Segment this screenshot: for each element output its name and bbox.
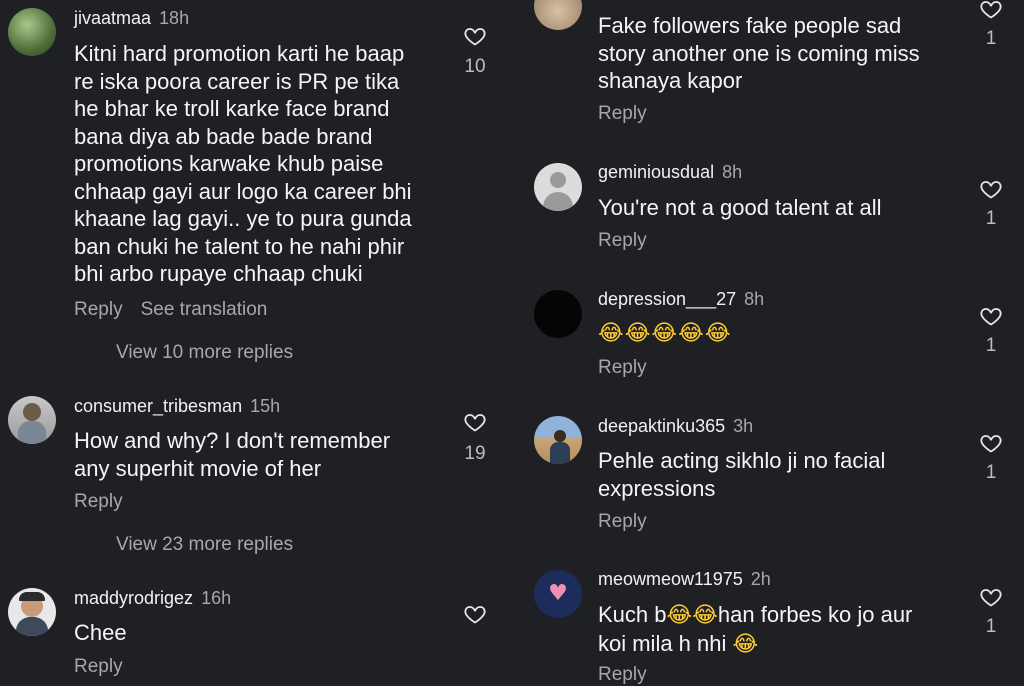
heart-outline-icon[interactable] xyxy=(462,410,488,434)
avatar[interactable] xyxy=(8,588,56,636)
view-more-replies-button[interactable]: View 23 more replies xyxy=(116,534,293,556)
comment-time: 18h xyxy=(159,8,190,28)
comment-text: How and why? I don't remember any superh… xyxy=(74,428,391,481)
heart-outline-icon[interactable] xyxy=(462,602,488,626)
reply-button[interactable]: Reply xyxy=(74,299,123,320)
avatar[interactable] xyxy=(8,396,56,444)
like-count: 1 xyxy=(985,462,997,483)
heart-hands-icon: ♥ xyxy=(548,581,568,606)
comment-text: Pehle acting sikhlo ji no facial express… xyxy=(598,448,886,501)
comment-username[interactable]: jivaatmaa 18h xyxy=(74,8,189,29)
comment-text: Fake followers fake people sad story ano… xyxy=(598,13,920,93)
comment-username[interactable]: consumer_tribesman 15h xyxy=(74,396,280,417)
comment-text: Chee xyxy=(74,620,127,645)
reply-button[interactable]: Reply xyxy=(598,511,647,532)
comments-column-right: Fake followers fake people sad story ano… xyxy=(512,0,1024,685)
comment-time: 8h xyxy=(722,162,743,182)
heart-outline-icon[interactable] xyxy=(978,0,1004,21)
like-count: 1 xyxy=(985,335,997,356)
comment-emoji-text: 😂 xyxy=(732,631,759,657)
comment-text: You're not a good talent at all xyxy=(598,195,882,220)
comment-username[interactable]: deepaktinku365 3h xyxy=(598,416,753,437)
heart-outline-icon[interactable] xyxy=(978,431,1004,455)
like-count: 10 xyxy=(464,56,486,77)
avatar[interactable] xyxy=(534,290,582,338)
reply-button[interactable]: Reply xyxy=(598,664,647,685)
like-count: 19 xyxy=(464,443,486,464)
comment-item: jivaatmaa 18h Kitni hard promotion karti … xyxy=(0,0,512,380)
reply-button[interactable]: Reply xyxy=(598,103,647,124)
comment-username[interactable]: depression___27 8h xyxy=(598,289,764,310)
avatar[interactable]: ♥ xyxy=(534,570,582,618)
reply-button[interactable]: Reply xyxy=(74,656,123,677)
comment-text: 😂😂😂😂😂 xyxy=(598,320,732,348)
avatar[interactable] xyxy=(8,8,56,56)
reply-button[interactable]: Reply xyxy=(598,230,647,251)
comment-time: 16h xyxy=(201,588,232,608)
reply-button[interactable]: Reply xyxy=(74,491,123,512)
comment-time: 15h xyxy=(250,396,281,416)
like-count: 1 xyxy=(985,28,997,49)
comment-username[interactable]: meowmeow11975 2h xyxy=(598,569,771,590)
comment-username[interactable]: maddyrodrigez 16h xyxy=(74,588,231,609)
comment-text: Kuch b😂😂han forbes ko jo aur koi mila h … xyxy=(598,602,913,657)
avatar[interactable] xyxy=(534,0,582,30)
comment-time: 2h xyxy=(750,569,771,589)
comment-username[interactable]: geminiousdual 8h xyxy=(598,162,742,183)
comment-emoji-text: 😂😂😂😂😂 xyxy=(598,321,732,346)
avatar[interactable] xyxy=(534,416,582,464)
comment-emoji-text: 😂😂 xyxy=(666,603,718,628)
heart-outline-icon[interactable] xyxy=(978,585,1004,609)
comment-time: 3h xyxy=(733,416,754,436)
comment-time: 8h xyxy=(744,289,765,309)
see-translation-button[interactable]: See translation xyxy=(141,299,268,320)
heart-outline-icon[interactable] xyxy=(978,304,1004,328)
comment-text: Kitni hard promotion karti he baap re is… xyxy=(74,41,412,286)
heart-outline-icon[interactable] xyxy=(978,177,1004,201)
like-count: 1 xyxy=(985,616,997,637)
reply-button[interactable]: Reply xyxy=(598,357,647,378)
heart-outline-icon[interactable] xyxy=(462,24,488,48)
avatar[interactable] xyxy=(534,163,582,211)
like-count: 1 xyxy=(985,208,997,229)
comments-column-left: jivaatmaa 18h Kitni hard promotion karti … xyxy=(0,0,512,683)
view-more-replies-button[interactable]: View 10 more replies xyxy=(116,342,293,364)
